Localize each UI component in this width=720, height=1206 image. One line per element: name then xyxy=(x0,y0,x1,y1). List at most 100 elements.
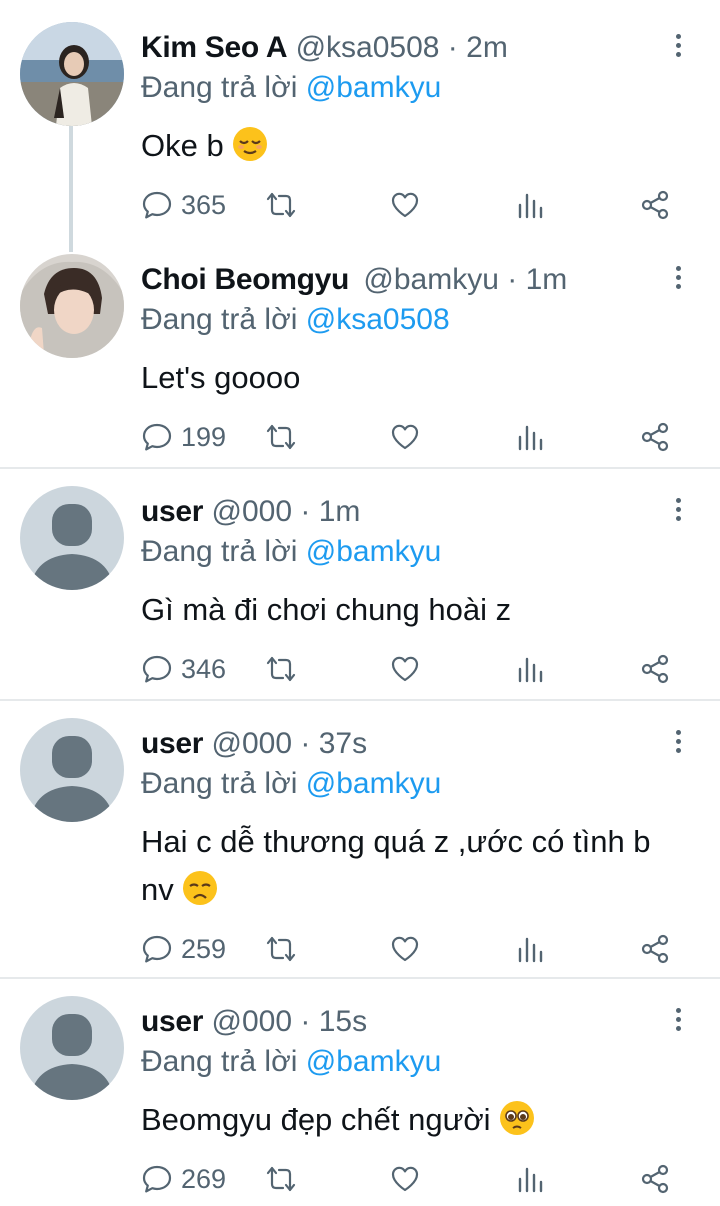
user-handle[interactable]: @bamkyu xyxy=(363,263,499,296)
bar-chart-icon xyxy=(518,1167,543,1193)
retweet-icon xyxy=(266,192,296,218)
timestamp[interactable]: 1m xyxy=(526,263,568,296)
mention-link[interactable]: @bamkyu xyxy=(306,535,442,568)
replying-prefix: Đang trả lời xyxy=(141,303,306,336)
display-name[interactable]: Choi Beomgyu xyxy=(141,263,349,296)
reply-button[interactable]: 365 xyxy=(141,185,226,225)
views-button[interactable] xyxy=(516,1159,546,1199)
views-button[interactable] xyxy=(516,417,546,457)
share-button[interactable] xyxy=(639,649,671,689)
display-name[interactable]: Kim Seo A xyxy=(141,31,288,64)
comment-icon xyxy=(142,1165,172,1193)
reply-count: 269 xyxy=(181,1163,227,1194)
like-button[interactable] xyxy=(389,1159,421,1199)
share-icon xyxy=(641,934,669,964)
default-avatar[interactable] xyxy=(20,718,124,822)
default-avatar[interactable] xyxy=(20,996,124,1100)
timestamp[interactable]: 2m xyxy=(466,31,508,64)
relieved-face-icon xyxy=(233,127,268,161)
replying-prefix: Đang trả lời xyxy=(141,71,306,104)
tweet-text-content: Oke b xyxy=(141,128,224,163)
mention-link[interactable]: @bamkyu xyxy=(306,767,442,800)
pleading-face-icon xyxy=(500,1101,535,1135)
retweet-button[interactable] xyxy=(263,1159,299,1199)
tweet-header: user @000 · 15s xyxy=(141,1004,367,1040)
tweet-header: user @000 · 37s xyxy=(141,726,367,762)
timestamp[interactable]: 15s xyxy=(319,1005,367,1038)
reply-button[interactable]: 199 xyxy=(141,417,226,457)
reply-button[interactable]: 269 xyxy=(141,1159,226,1199)
more-vertical-icon[interactable] xyxy=(666,999,690,1039)
comment-icon xyxy=(142,935,172,963)
comment-icon xyxy=(142,655,172,683)
default-avatar[interactable] xyxy=(20,486,124,590)
heart-icon xyxy=(391,424,419,450)
share-button[interactable] xyxy=(639,1159,671,1199)
tweet-text-content: Gì mà đi chơi chung hoài z xyxy=(141,592,512,627)
like-button[interactable] xyxy=(389,649,421,689)
tweet-text-content: Beomgyu đẹp chết người xyxy=(141,1102,491,1137)
replying-to: Đang trả lời @bamkyu xyxy=(141,70,441,106)
avatar[interactable] xyxy=(20,254,124,358)
separator-dot: · xyxy=(507,263,518,296)
reply-count: 199 xyxy=(181,421,227,452)
views-button[interactable] xyxy=(516,185,546,225)
views-button[interactable] xyxy=(516,649,546,689)
bar-chart-icon xyxy=(518,657,543,683)
retweet-button[interactable] xyxy=(263,185,299,225)
separator-dot: · xyxy=(300,1005,311,1038)
user-handle[interactable]: @000 xyxy=(212,1005,293,1038)
replying-prefix: Đang trả lời xyxy=(141,1045,306,1078)
share-button[interactable] xyxy=(639,417,671,457)
divider xyxy=(0,699,720,701)
tweet-header: Kim Seo A @ksa0508 · 2m xyxy=(141,30,508,66)
display-name[interactable]: user xyxy=(141,1005,203,1038)
heart-icon xyxy=(391,936,419,962)
share-icon xyxy=(641,1164,669,1194)
reply-button[interactable]: 346 xyxy=(141,649,226,689)
avatar[interactable] xyxy=(20,22,124,126)
replying-to: Đang trả lời @bamkyu xyxy=(141,1044,441,1080)
share-button[interactable] xyxy=(639,929,671,969)
reply-button[interactable]: 259 xyxy=(141,929,226,969)
timestamp[interactable]: 1m xyxy=(319,495,361,528)
retweet-icon xyxy=(266,1166,296,1192)
replying-prefix: Đang trả lời xyxy=(141,535,306,568)
user-handle[interactable]: @000 xyxy=(212,495,293,528)
more-vertical-icon[interactable] xyxy=(666,721,690,761)
heart-icon xyxy=(391,192,419,218)
display-name[interactable]: user xyxy=(141,495,203,528)
mention-link[interactable]: @ksa0508 xyxy=(306,303,450,336)
tweet-text: Gì mà đi chơi chung hoài z xyxy=(141,586,686,634)
mention-link[interactable]: @bamkyu xyxy=(306,1045,442,1078)
user-handle[interactable]: @ksa0508 xyxy=(296,31,440,64)
more-vertical-icon[interactable] xyxy=(666,257,690,297)
tweet-text: Let's goooo xyxy=(141,354,686,402)
replying-to: Đang trả lời @ksa0508 xyxy=(141,302,450,338)
reply-count: 259 xyxy=(181,933,227,964)
tweet-text: Hai c dễ thương quá z ,ước có tình b nv xyxy=(141,818,686,914)
disappointed-face-icon xyxy=(183,871,218,905)
reply-count: 365 xyxy=(181,189,227,220)
retweet-button[interactable] xyxy=(263,929,299,969)
retweet-button[interactable] xyxy=(263,417,299,457)
replying-to: Đang trả lời @bamkyu xyxy=(141,534,441,570)
like-button[interactable] xyxy=(389,185,421,225)
user-handle[interactable]: @000 xyxy=(212,727,293,760)
retweet-button[interactable] xyxy=(263,649,299,689)
tweet-actions: 199 xyxy=(0,417,720,457)
views-button[interactable] xyxy=(516,929,546,969)
separator-dot: · xyxy=(300,727,311,760)
like-button[interactable] xyxy=(389,929,421,969)
more-vertical-icon[interactable] xyxy=(666,25,690,65)
share-button[interactable] xyxy=(639,185,671,225)
comment-icon xyxy=(142,191,172,219)
bar-chart-icon xyxy=(518,937,543,963)
reply-count: 346 xyxy=(181,653,227,684)
bar-chart-icon xyxy=(518,193,543,219)
display-name[interactable]: user xyxy=(141,727,203,760)
timestamp[interactable]: 37s xyxy=(319,727,367,760)
like-button[interactable] xyxy=(389,417,421,457)
mention-link[interactable]: @bamkyu xyxy=(306,71,442,104)
more-vertical-icon[interactable] xyxy=(666,489,690,529)
